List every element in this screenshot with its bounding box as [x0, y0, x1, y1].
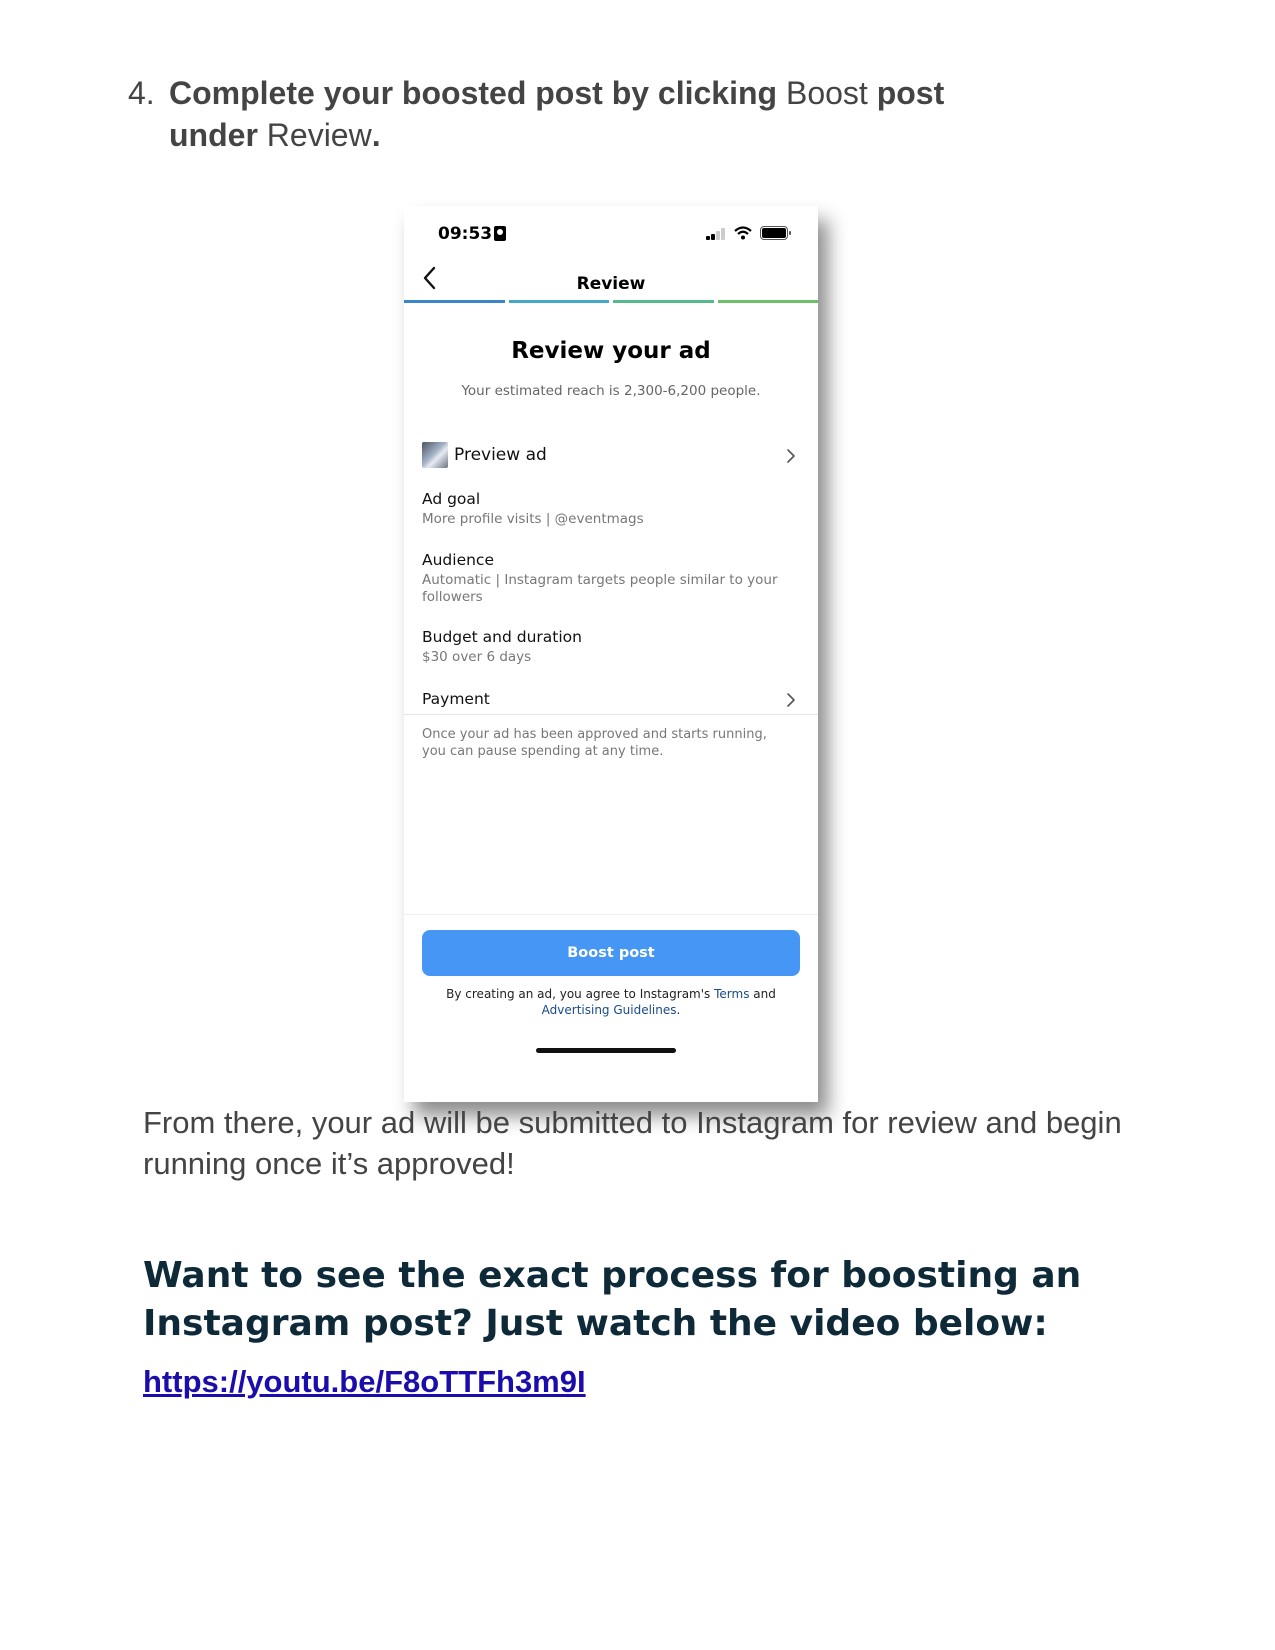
audience-row: Audience Automatic | Instagram targets p…	[422, 551, 778, 606]
terms-suffix: .	[676, 1003, 681, 1017]
progress-segment	[717, 300, 818, 303]
progress-segment	[613, 300, 714, 303]
budget-row: Budget and duration $30 over 6 days	[422, 628, 800, 666]
chevron-right-icon	[787, 449, 795, 463]
cellular-signal-icon	[706, 228, 728, 240]
terms-prefix: By creating an ad, you agree to Instagra…	[446, 987, 715, 1001]
budget-value: $30 over 6 days	[422, 649, 532, 665]
contact-card-icon	[494, 226, 506, 241]
divider	[404, 914, 818, 915]
step-instruction: 4. Complete your boosted post by clickin…	[128, 72, 1028, 156]
preview-ad-label: Preview ad	[454, 445, 547, 465]
status-bar: 09:53	[404, 206, 818, 256]
step-text: Complete your boosted post by clicking B…	[128, 72, 1028, 156]
progress-segment	[404, 300, 505, 303]
nav-bar: Review	[404, 256, 818, 306]
boost-post-button[interactable]: Boost post	[422, 930, 800, 976]
home-indicator	[536, 1048, 676, 1053]
step-text-part: Complete your boosted post by clicking	[169, 75, 786, 111]
budget-label: Budget and duration	[422, 628, 582, 646]
step-text-part: Review	[257, 117, 372, 153]
progress-bar	[404, 300, 818, 303]
after-text: From there, your ad will be submitted to…	[143, 1105, 1122, 1181]
terms-link[interactable]: Terms	[714, 987, 749, 1001]
battery-icon	[760, 226, 791, 240]
step-number: 4.	[128, 75, 155, 111]
divider	[404, 714, 818, 715]
video-link[interactable]: https://youtu.be/F8oTTFh3m9I	[143, 1364, 586, 1400]
payment-label: Payment	[422, 690, 490, 708]
preview-ad-row[interactable]: Preview ad	[422, 442, 800, 470]
post-thumbnail-icon	[422, 442, 448, 468]
progress-segment	[508, 300, 609, 303]
ad-goal-row: Ad goal More profile visits | @eventmags	[422, 490, 800, 528]
phone-screenshot: 09:53 Review Review your ad Your estimat…	[404, 206, 818, 1102]
video-headline: Want to see the exact process for boosti…	[143, 1255, 1082, 1344]
audience-label: Audience	[422, 551, 494, 569]
wifi-icon	[734, 226, 752, 240]
chevron-right-icon	[787, 693, 795, 707]
audience-value: Automatic | Instagram targets people sim…	[422, 572, 778, 605]
step-text-part: .	[371, 117, 381, 153]
ad-goal-label: Ad goal	[422, 490, 481, 508]
nav-title: Review	[576, 274, 646, 294]
pause-spending-note: Once your ad has been approved and start…	[422, 727, 767, 759]
step-text-part: post	[867, 75, 945, 111]
terms-text: By creating an ad, you agree to Instagra…	[434, 986, 788, 1018]
estimated-reach: Your estimated reach is 2,300-6,200 peop…	[461, 383, 761, 399]
step-text-part: Boost	[785, 75, 868, 111]
payment-row[interactable]: Payment	[422, 690, 800, 712]
review-title: Review your ad	[511, 338, 711, 364]
advertising-guidelines-link[interactable]: Advertising Guidelines	[542, 1003, 677, 1017]
terms-middle: and	[749, 987, 776, 1001]
status-time: 09:53	[438, 224, 493, 244]
step-text-part: under	[169, 117, 258, 153]
ad-goal-value: More profile visits | @eventmags	[422, 511, 644, 527]
